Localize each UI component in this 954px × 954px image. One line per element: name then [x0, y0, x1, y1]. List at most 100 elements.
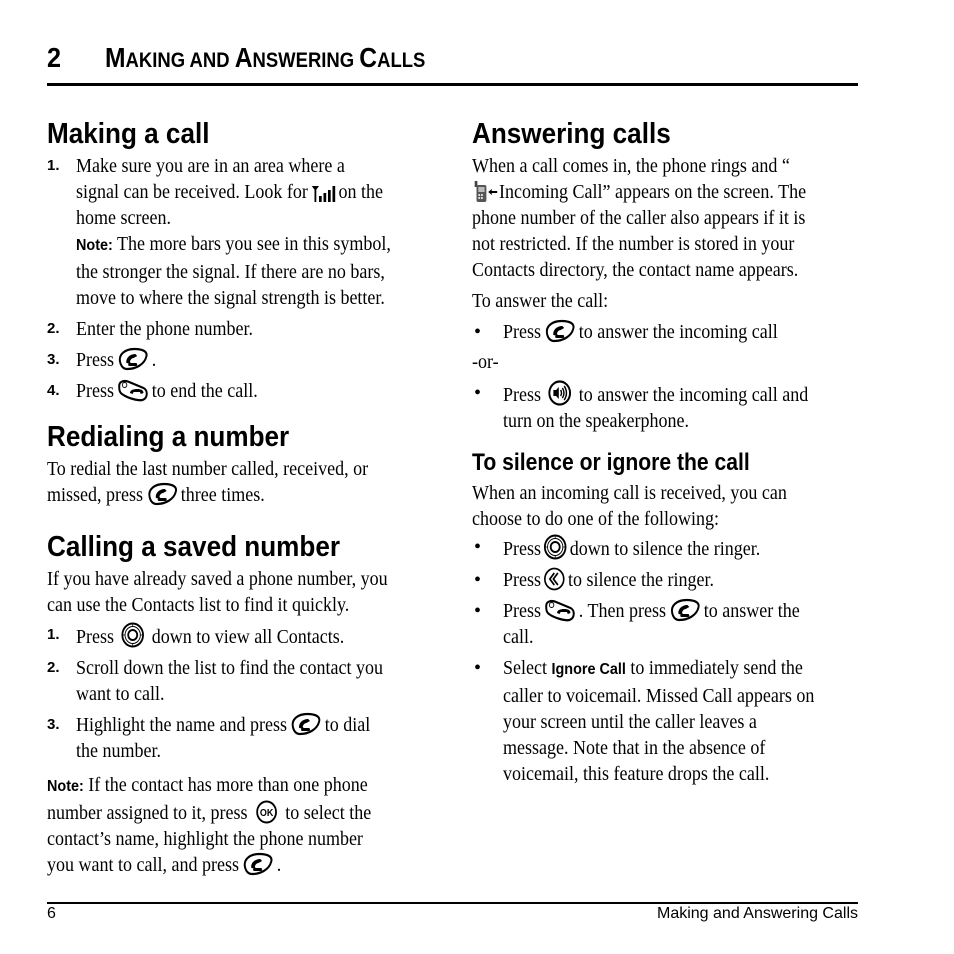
- bullet-dot: •: [474, 382, 482, 404]
- bullet-text: Press: [503, 600, 542, 622]
- chapter-title: MAKING AND ANSWERING CALLS: [105, 42, 425, 74]
- incoming-call-icon: [473, 179, 498, 203]
- step-number: 2.: [47, 320, 60, 337]
- svg-text:OK: OK: [260, 808, 274, 820]
- note-label: Note:: [47, 778, 84, 795]
- step-item: 1. Press down to view all Contacts.: [47, 622, 427, 650]
- step-number: 3.: [47, 716, 60, 733]
- silence-bullets: • Press down to silence the ringer. • Pr…: [472, 534, 852, 787]
- bullet-dot: •: [474, 600, 482, 622]
- note-text: The more bars you see in this symbol, th…: [76, 233, 391, 309]
- bullet-dot: •: [474, 569, 482, 591]
- step-item: 2. Enter the phone number.: [47, 316, 427, 342]
- step-item: 3. Highlight the name and press to dial …: [47, 712, 427, 764]
- bullet-text: to immediately send the caller to voicem…: [503, 657, 815, 785]
- step-text: to end the call.: [151, 380, 258, 402]
- bullet-dot: •: [474, 321, 482, 343]
- step-item: 3. Press .: [47, 347, 427, 373]
- title-rest: NSWERING: [252, 49, 360, 72]
- ignore-call-option: Ignore Call: [551, 661, 626, 678]
- section-heading: Calling a saved number: [47, 531, 340, 563]
- speakerphone-key-icon: [548, 380, 572, 406]
- right-column: Answering calls When a call comes in, th…: [472, 115, 852, 787]
- end-key-icon: [544, 598, 576, 622]
- section-heading: Answering calls: [472, 118, 671, 150]
- bullet-dot: •: [474, 536, 482, 558]
- step-number: 3.: [47, 351, 60, 368]
- section-redialing: Redialing a number To redial the last nu…: [47, 418, 427, 508]
- bullet-text: Press: [503, 384, 542, 406]
- title-rest: ALLS: [377, 49, 426, 72]
- bullet-dot: •: [474, 657, 482, 679]
- note-label: Note:: [76, 237, 113, 254]
- paragraph-text: three times.: [180, 484, 265, 506]
- saved-number-steps: 1. Press down to view all Contacts. 2. S…: [47, 622, 427, 764]
- making-call-steps: 1. Make sure you are in an area where a …: [47, 153, 427, 404]
- step-item: 4. Press to end the call.: [47, 378, 427, 404]
- title-cap: M: [105, 42, 126, 73]
- bullet-text: Select: [503, 657, 547, 679]
- bullet-text: . Then press: [578, 600, 666, 622]
- section-heading: Making a call: [47, 118, 210, 150]
- silence-intro: When an incoming call is received, you c…: [472, 482, 787, 530]
- end-key-icon: [117, 378, 149, 402]
- send-key-icon: [146, 482, 178, 506]
- step-number: 1.: [47, 157, 60, 174]
- chapter-number: 2: [47, 42, 62, 73]
- saved-intro: If you have already saved a phone number…: [47, 568, 388, 616]
- step-item: 1. Make sure you are in an area where a …: [47, 153, 427, 311]
- header-rule: [47, 83, 858, 86]
- step-number: 4.: [47, 382, 60, 399]
- note-text: .: [276, 854, 282, 876]
- send-key-icon: [544, 319, 576, 343]
- step-text: Make sure you are in an area where a sig…: [76, 155, 345, 203]
- subsection-heading: To silence or ignore the call: [472, 449, 750, 476]
- title-rest: AKING AND: [125, 49, 235, 72]
- left-column: Making a call 1. Make sure you are in an…: [47, 115, 427, 878]
- step-number: 2.: [47, 659, 60, 676]
- to-answer-label: To answer the call:: [472, 290, 609, 312]
- title-cap: A: [234, 42, 253, 73]
- section-making-a-call: Making a call 1. Make sure you are in an…: [47, 115, 427, 404]
- step-text: Press: [76, 626, 115, 648]
- footer-rule: [47, 902, 858, 904]
- bullet-text: to silence the ringer.: [568, 569, 714, 591]
- step-text: Press: [76, 380, 115, 402]
- chapter-header: 2 MAKING AND ANSWERING CALLS: [47, 40, 858, 88]
- bullet-item: • Press to answer the incoming call and …: [472, 380, 852, 434]
- ok-key-icon: OK: [255, 800, 278, 824]
- send-key-icon: [117, 347, 149, 371]
- navigation-key-icon: [121, 622, 145, 648]
- paragraph-text: When a call comes in, the phone rings an…: [472, 155, 790, 177]
- bullet-item: • Press down to silence the ringer.: [472, 534, 852, 562]
- step-text: .: [151, 349, 157, 371]
- bullet-text: to answer the incoming call: [578, 321, 778, 343]
- bullet-item: • Press to answer the incoming call: [472, 319, 852, 345]
- bullet-text: down to silence the ringer.: [569, 538, 761, 560]
- title-cap: C: [359, 42, 378, 73]
- bullet-text: Press: [503, 569, 542, 591]
- step-item: 2. Scroll down the list to find the cont…: [47, 655, 427, 707]
- step-text: Press: [76, 349, 115, 371]
- step-number: 1.: [47, 626, 60, 643]
- send-key-icon: [290, 712, 322, 736]
- bullet-item: • Press to silence the ringer.: [472, 567, 852, 593]
- back-key-icon: [544, 567, 566, 591]
- send-key-icon: [669, 598, 701, 622]
- bullet-item: • Select Ignore Call to immediately send…: [472, 655, 852, 787]
- section-answering-calls: Answering calls When a call comes in, th…: [472, 115, 852, 434]
- step-text: down to view all Contacts.: [151, 626, 345, 648]
- send-key-icon: [242, 852, 274, 876]
- section-heading: Redialing a number: [47, 421, 290, 453]
- section-calling-saved-number: Calling a saved number If you have alrea…: [47, 528, 427, 878]
- or-separator: -or-: [472, 351, 499, 373]
- section-silence-ignore: To silence or ignore the call When an in…: [472, 448, 852, 787]
- step-text: Highlight the name and press: [76, 714, 287, 736]
- signal-strength-icon: [311, 185, 336, 203]
- paragraph-text: Incoming Call” appears on the screen. Th…: [472, 181, 807, 281]
- answer-bullets-2: • Press to answer the incoming call and …: [472, 380, 852, 434]
- redial-text: To redial the last number called, receiv…: [47, 456, 389, 508]
- bullet-item: • Press . Then press to answer the call.: [472, 598, 852, 650]
- navigation-key-icon: [544, 534, 567, 560]
- answering-intro: When a call comes in, the phone rings an…: [472, 153, 814, 283]
